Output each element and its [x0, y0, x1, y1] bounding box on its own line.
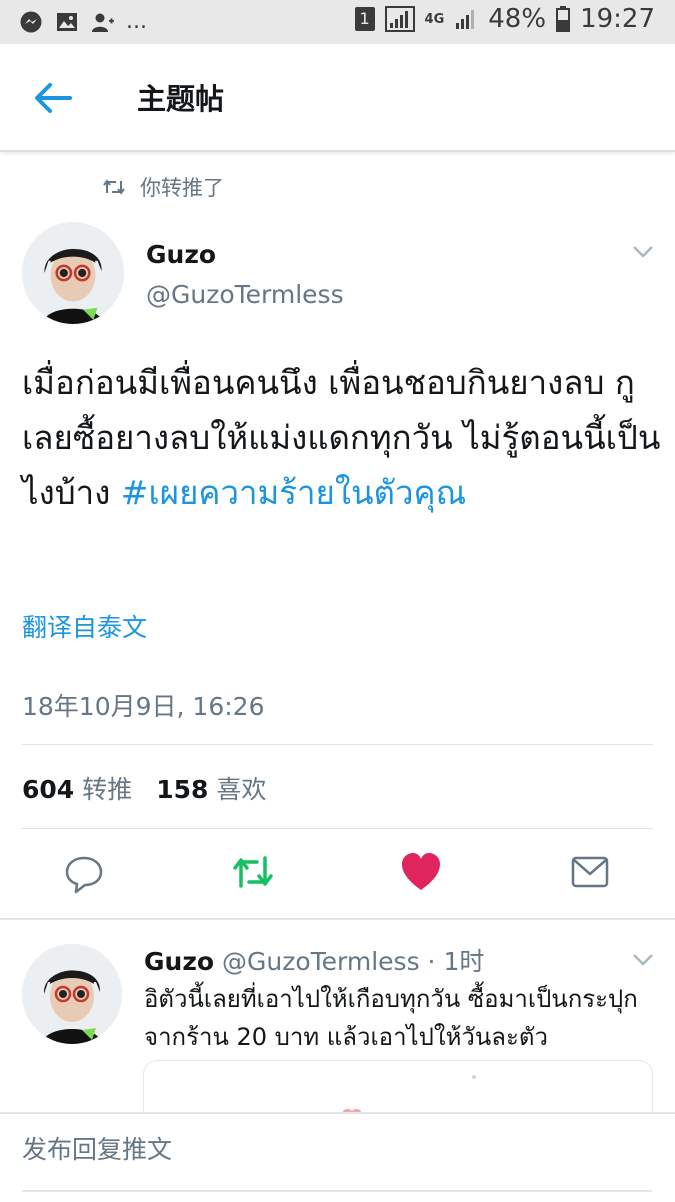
avatar[interactable]: [22, 222, 124, 324]
retweets-label: 转推: [82, 775, 133, 804]
signal-bars-icon: [456, 10, 475, 29]
clock: 19:27: [580, 4, 655, 34]
add-contact-icon: [92, 13, 114, 32]
tweet-text: เมื่อก่อนมีเพื่อนคนนึง เพื่อนชอบกินยางลบ…: [22, 355, 662, 520]
divider: [22, 744, 653, 745]
user-handle[interactable]: @GuzoTermless: [146, 280, 344, 309]
signal-icon: [384, 6, 415, 32]
section-divider: [0, 918, 675, 920]
battery-icon: [556, 6, 571, 32]
display-name[interactable]: Guzo: [146, 240, 216, 269]
reply-icon[interactable]: [64, 850, 104, 894]
likes-label: 喜欢: [216, 775, 267, 804]
reply-text: อิตัวนี้เลยที่เอาไปให้เกือบทุกวัน ซื้อมา…: [144, 985, 638, 1051]
notification-icons: ...: [18, 9, 147, 34]
retweets-stat[interactable]: 604 转推: [22, 770, 132, 806]
reply-input[interactable]: 发布回复推文: [22, 1130, 652, 1192]
translate-link[interactable]: 翻译自泰文: [22, 608, 147, 644]
reply-avatar[interactable]: [22, 944, 122, 1044]
likes-count: 158: [156, 775, 209, 804]
like-icon[interactable]: [401, 850, 441, 894]
battery-percent: 48%: [488, 4, 547, 34]
status-bar: ... 1 4G 48% 19:27: [0, 0, 675, 44]
page-title: 主题帖: [137, 82, 225, 116]
chevron-down-icon[interactable]: [631, 952, 655, 968]
chevron-down-icon[interactable]: [631, 244, 655, 260]
hashtag-link[interactable]: #เผยความร้ายในตัวคุณ: [121, 473, 466, 512]
network-type: 4G: [424, 11, 445, 27]
sim-icon: 1: [354, 7, 375, 31]
avatar-image: [22, 222, 124, 324]
divider: [22, 828, 653, 829]
retweets-count: 604: [22, 775, 75, 804]
reply-compose-bar: 发布回复推文: [0, 1112, 675, 1202]
retweet-icon[interactable]: [233, 850, 273, 894]
back-arrow-icon[interactable]: [30, 78, 74, 118]
avatar-image: [22, 944, 122, 1044]
tweet-timestamp: 18年10月9日, 16:26: [22, 692, 265, 721]
reply-handle: @GuzoTermless: [222, 947, 420, 976]
image-icon: [57, 12, 77, 31]
likes-stat[interactable]: 158 喜欢: [156, 770, 266, 806]
app-bar: 主题帖: [0, 44, 675, 152]
share-icon[interactable]: [570, 850, 610, 894]
retweet-context: 你转推了: [102, 172, 224, 202]
messenger-icon: [20, 11, 42, 32]
status-right: 1 4G 48% 19:27: [354, 4, 655, 34]
reply-display-name: Guzo: [144, 947, 215, 976]
retweet-small-icon: [103, 179, 125, 195]
retweet-context-label: 你转推了: [140, 176, 224, 200]
tweet-actions: [0, 850, 675, 900]
tweet-stats: 604 转推 158 喜欢: [22, 770, 266, 806]
reply-time: · 1时: [419, 947, 485, 976]
reply-header[interactable]: Guzo @GuzoTermless · 1时: [144, 942, 484, 978]
more-notifications: ...: [126, 9, 147, 34]
